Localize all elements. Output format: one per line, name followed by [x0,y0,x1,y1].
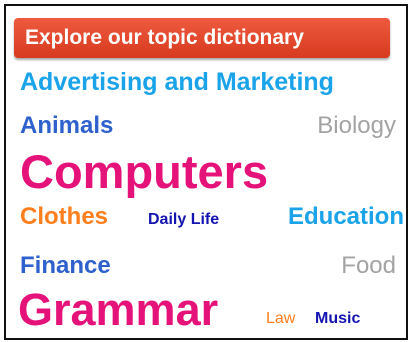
topic-link-finance[interactable]: Finance [20,254,111,278]
topic-link-computers[interactable]: Computers [20,148,268,195]
topic-link-food[interactable]: Food [341,254,396,278]
topic-link-clothes[interactable]: Clothes [20,205,108,229]
topic-link-advertising-and-marketing[interactable]: Advertising and Marketing [20,70,334,95]
topic-link-daily-life[interactable]: Daily Life [148,212,219,228]
topic-link-animals[interactable]: Animals [20,114,113,138]
topic-link-biology[interactable]: Biology [317,114,396,138]
topic-link-law[interactable]: Law [266,311,295,327]
topic-link-education[interactable]: Education [288,205,404,229]
topic-link-grammar[interactable]: Grammar [18,287,218,332]
topic-dictionary-header: Explore our topic dictionary [14,18,390,58]
topic-link-music[interactable]: Music [315,311,360,327]
